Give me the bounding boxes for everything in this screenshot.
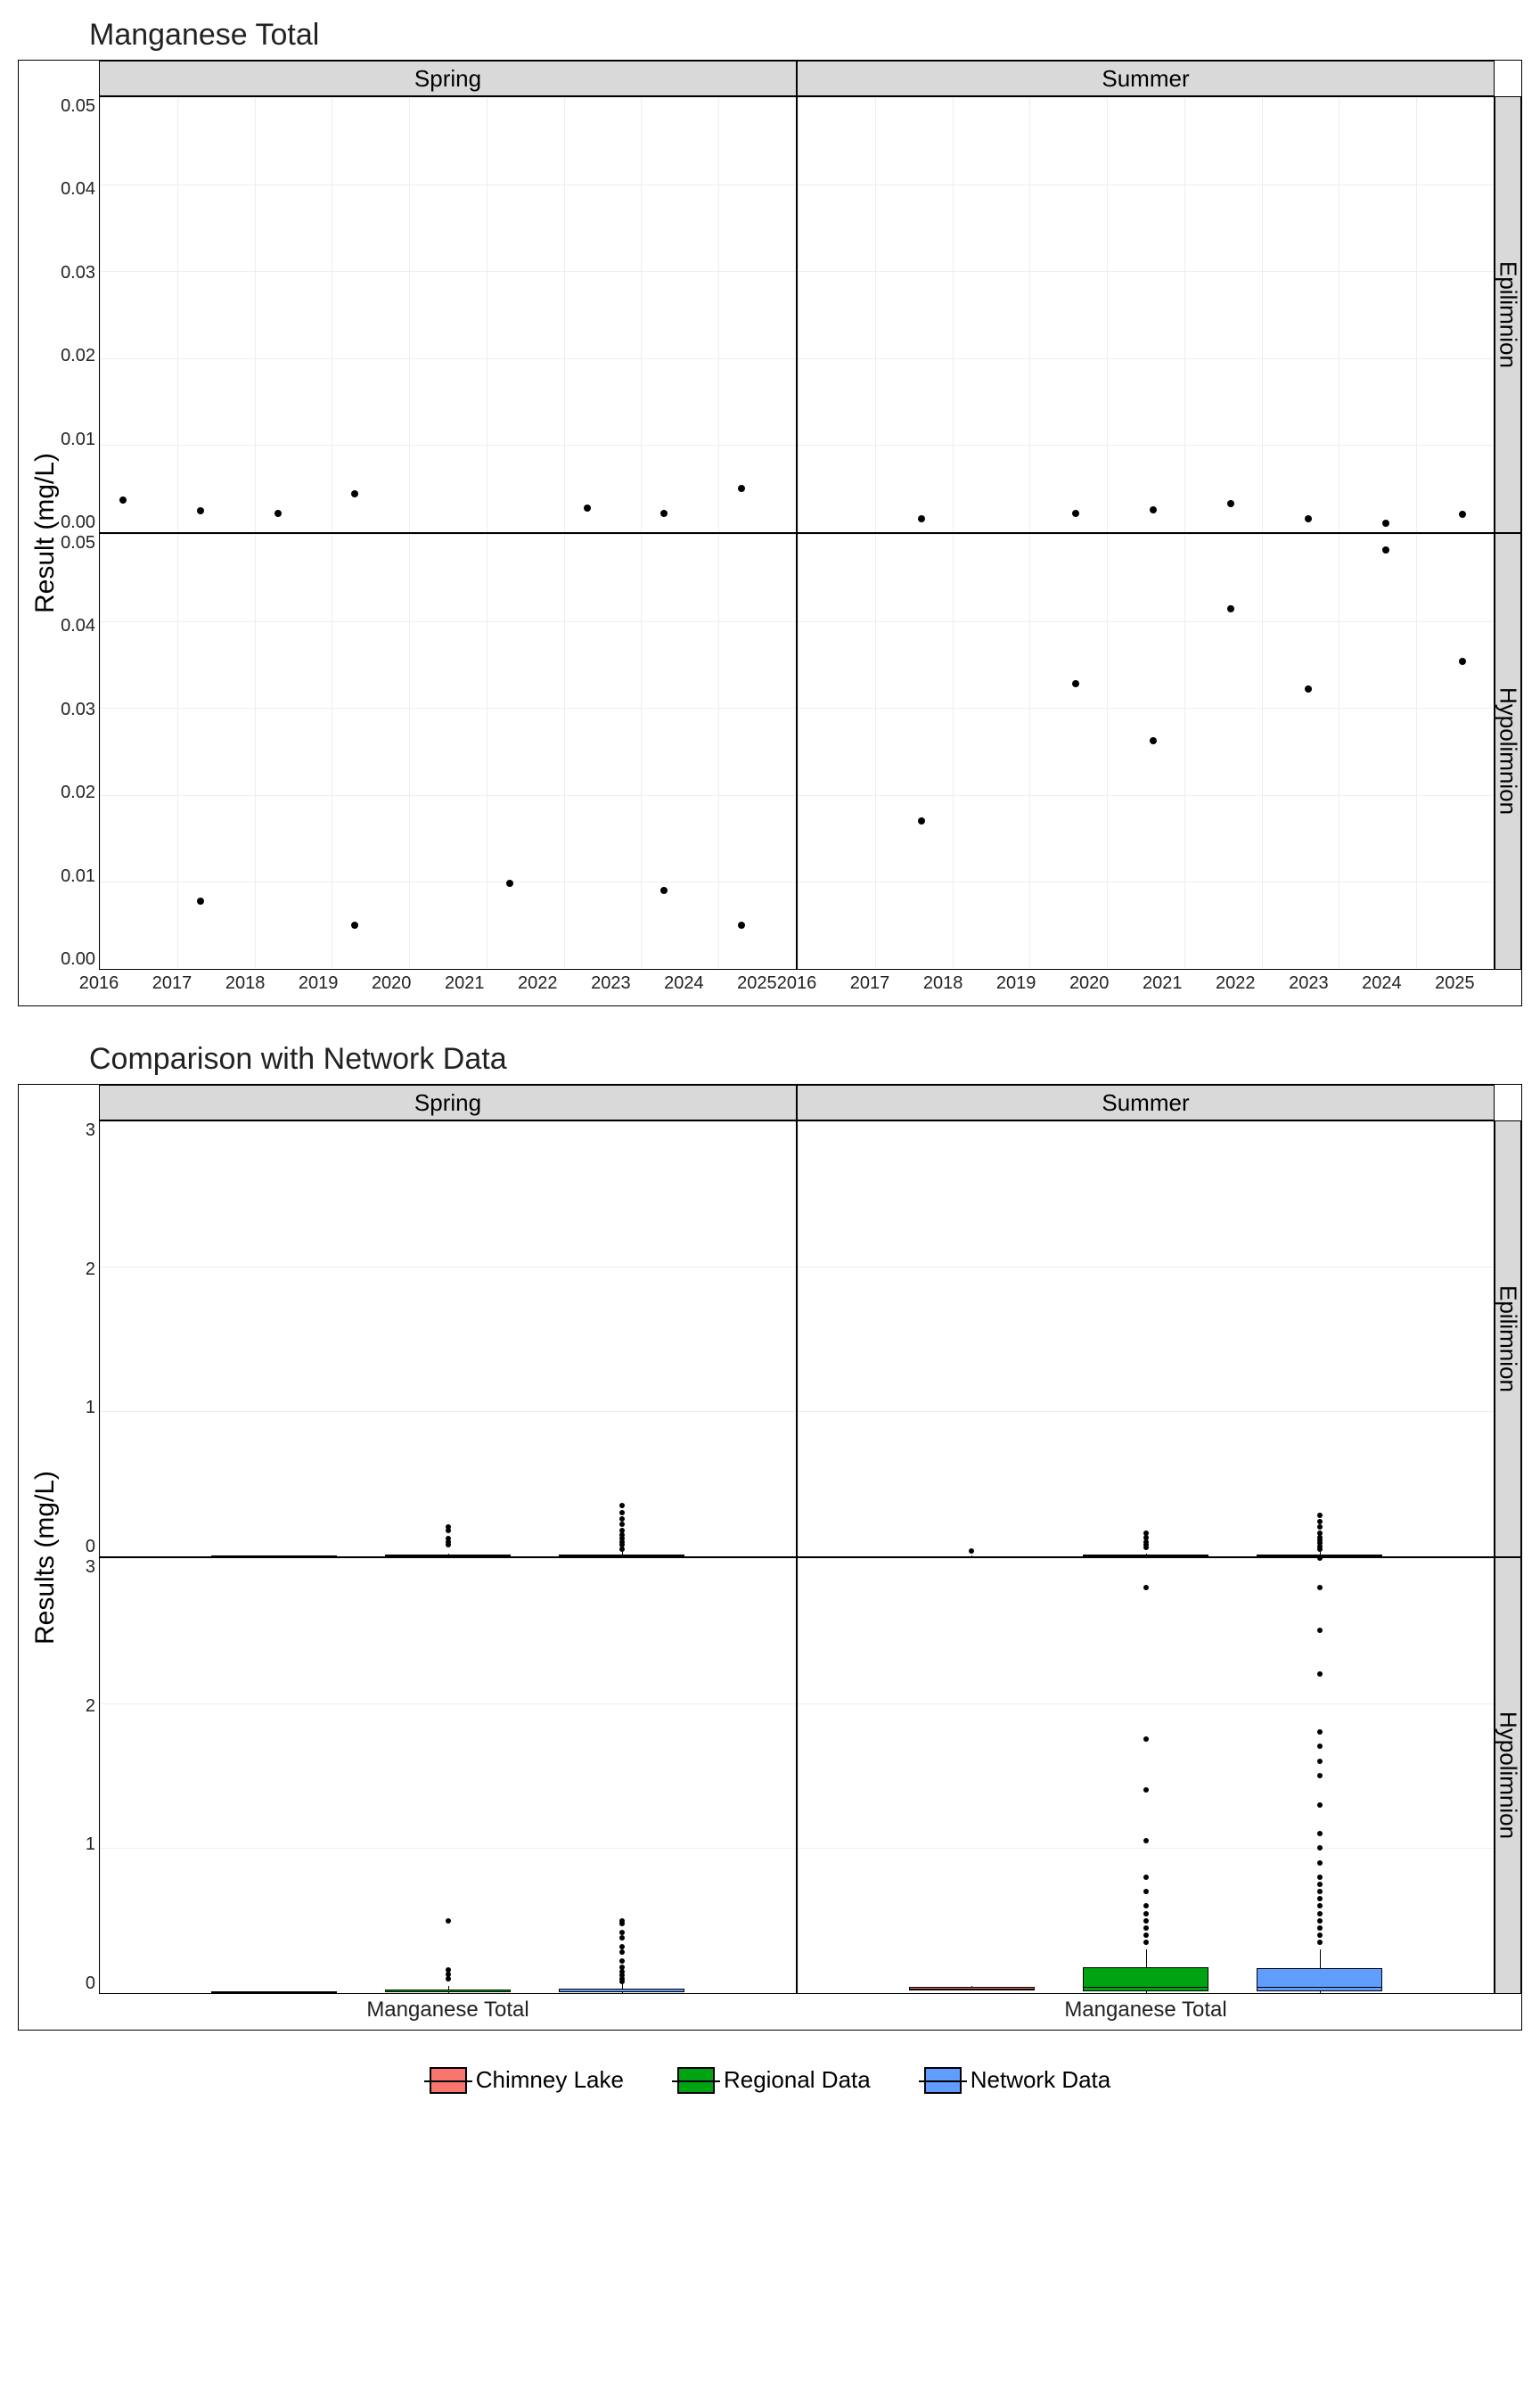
chart-title-2: Comparison with Network Data xyxy=(89,1042,1522,1077)
y-ticks-top-2: 3210 xyxy=(72,1120,99,1557)
legend-item: Network Data xyxy=(924,2066,1111,2094)
facet-grid-1: Spring Summer Result (mg/L) 0.050.040.03… xyxy=(18,60,1522,1006)
row-strip-epi: Epilimnion xyxy=(1495,96,1521,533)
y-ticks-bot-2: 3210 xyxy=(72,1557,99,1994)
y-ticks-bot: 0.050.040.030.020.010.00 xyxy=(72,533,99,970)
x-ticks-r: 2016201720182019202020212022202320242025 xyxy=(797,970,1495,1005)
panel-summer-hypo xyxy=(797,533,1495,970)
y-axis-label-1: Result (mg/L) xyxy=(19,96,72,970)
panel-summer-hypo-2 xyxy=(797,1557,1495,1994)
row-strip-hypo: Hypolimnion xyxy=(1495,533,1521,970)
row-strip-epi-2: Epilimnion xyxy=(1495,1120,1521,1557)
panel-spring-hypo xyxy=(99,533,797,970)
legend-item: Regional Data xyxy=(677,2066,871,2094)
facet-grid-2: Spring Summer Results (mg/L) 3210 Epilim… xyxy=(18,1084,1522,2031)
panel-summer-epi-2 xyxy=(797,1120,1495,1557)
figure-comparison-box: Comparison with Network Data Spring Summ… xyxy=(18,1042,1522,2031)
y-ticks-top: 0.050.040.030.020.010.00 xyxy=(72,96,99,533)
col-strip-spring-2: Spring xyxy=(99,1085,797,1120)
panel-spring-hypo-2 xyxy=(99,1557,797,1994)
panel-summer-epi xyxy=(797,96,1495,533)
row-strip-hypo-2: Hypolimnion xyxy=(1495,1557,1521,1994)
legend-item: Chimney Lake xyxy=(430,2066,624,2094)
x-ticks-l: 2016201720182019202020212022202320242025 xyxy=(99,970,797,1005)
panel-spring-epi-2 xyxy=(99,1120,797,1557)
x-cat-l: Manganese Total xyxy=(99,1994,797,2030)
legend: Chimney Lake Regional Data Network Data xyxy=(18,2066,1522,2094)
x-cat-r: Manganese Total xyxy=(797,1994,1495,2030)
chart-title-1: Manganese Total xyxy=(89,18,1522,53)
col-strip-spring: Spring xyxy=(99,61,797,96)
figure-manganese-scatter: Manganese Total Spring Summer Result (mg… xyxy=(18,18,1522,1006)
y-axis-label-2: Results (mg/L) xyxy=(19,1120,72,1994)
col-strip-summer-2: Summer xyxy=(797,1085,1495,1120)
panel-spring-epi xyxy=(99,96,797,533)
col-strip-summer: Summer xyxy=(797,61,1495,96)
